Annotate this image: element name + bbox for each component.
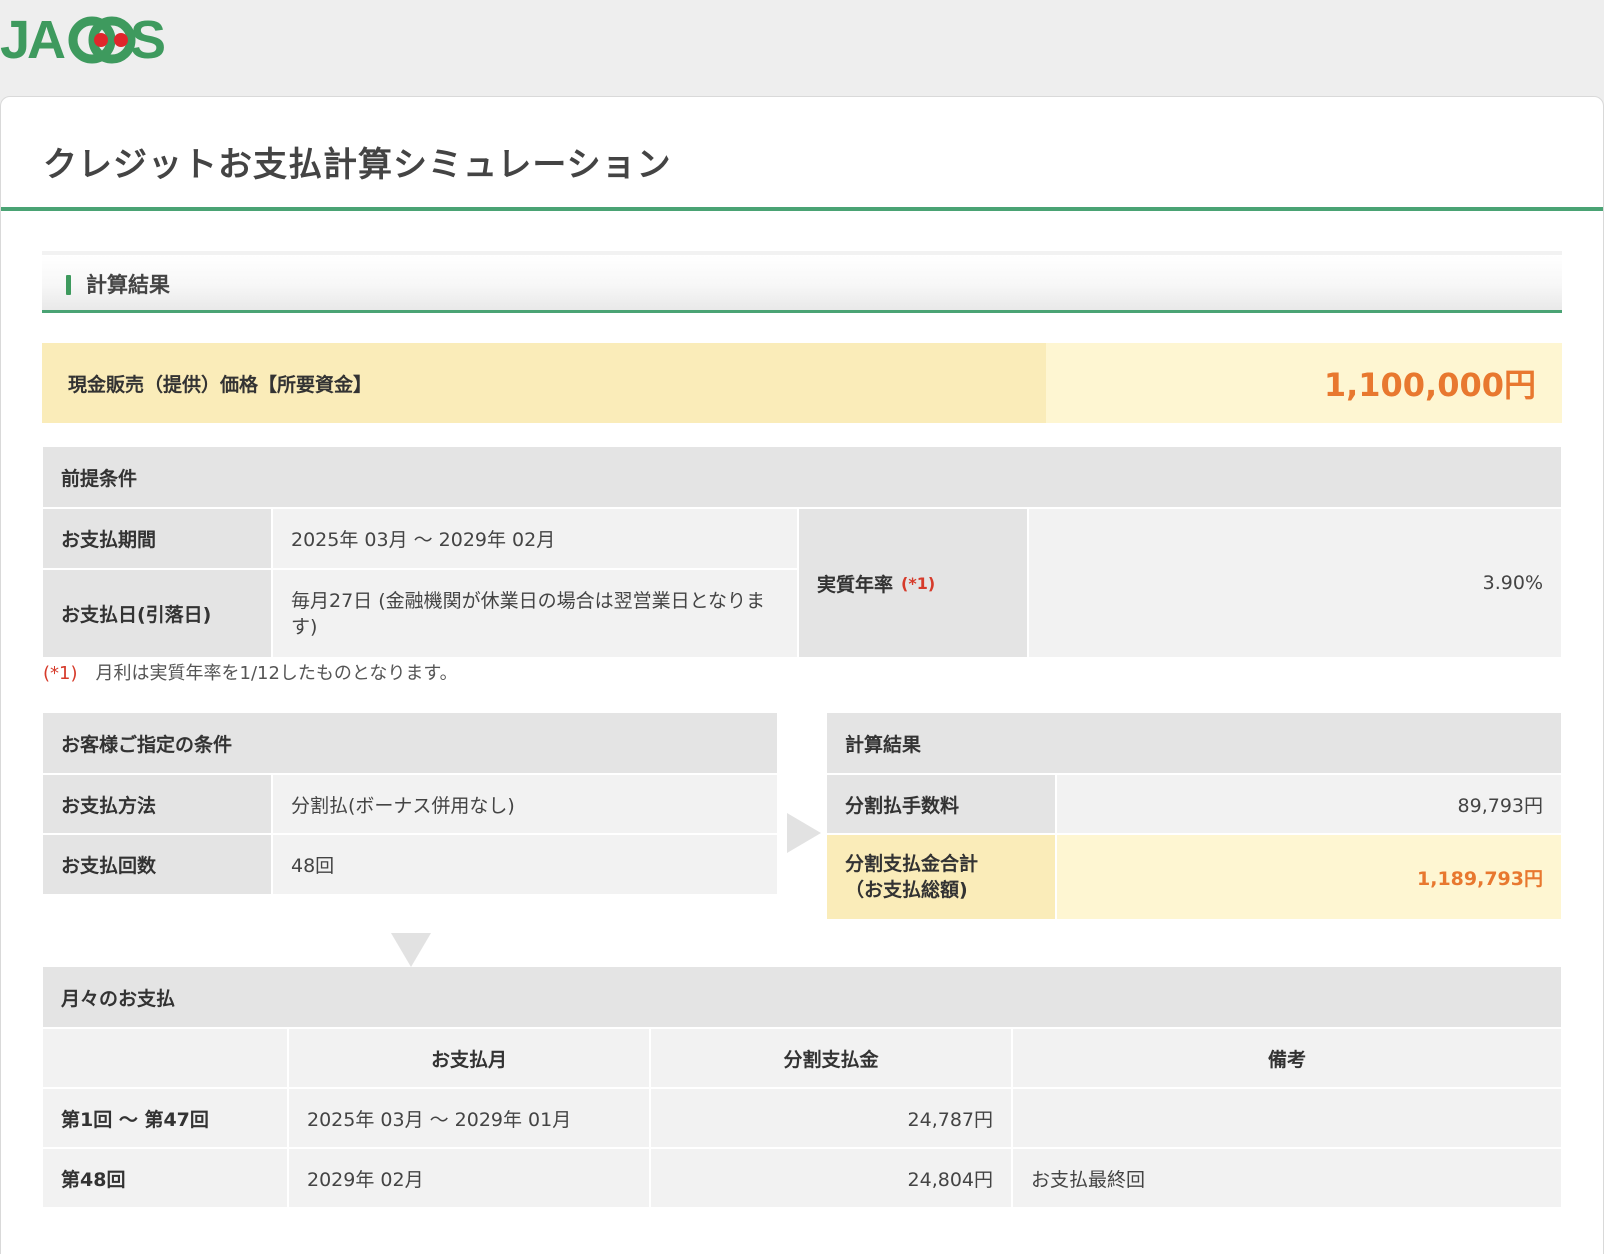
monthly-header: 月々のお支払 (43, 967, 1561, 1027)
svg-text:JA: JA (0, 12, 65, 64)
fee-value: 89,793円 (1057, 775, 1561, 833)
total-label-line2: （お支払総額) (845, 879, 968, 901)
payment-count-label: お支払回数 (43, 835, 271, 894)
title-divider (1, 207, 1603, 211)
arrow-right-icon (787, 813, 821, 853)
cash-price-value: 1,100,000円 (1046, 343, 1562, 423)
section-header: 計算結果 (42, 251, 1562, 313)
period-label: お支払期間 (43, 509, 271, 568)
total-label-line1: 分割支払金合計 (845, 853, 979, 875)
footnote: (*1) 月利は実質年率を1/12したものとなります。 (43, 659, 458, 685)
total-value: 1,189,793円 (1057, 835, 1561, 919)
section-accent-bar (66, 275, 71, 295)
row-remark: お支払最終回 (1013, 1149, 1561, 1207)
table-row: 第1回 〜 第47回 2025年 03月 〜 2029年 01月 24,787円 (43, 1089, 1561, 1147)
payment-count-value: 48回 (273, 835, 777, 894)
customer-header: お客様ご指定の条件 (43, 713, 777, 773)
rate-label: 実質年率 (817, 573, 894, 596)
col-header-month: お支払月 (289, 1029, 649, 1087)
premise-table: 前提条件 お支払期間 2025年 03月 〜 2029年 02月 お支払日(引落… (43, 447, 1561, 657)
period-value: 2025年 03月 〜 2029年 02月 (273, 509, 797, 568)
section-title: 計算結果 (86, 273, 170, 297)
svg-text:S: S (130, 12, 166, 64)
payment-method-value: 分割払(ボーナス併用なし) (273, 775, 777, 833)
col-header-amount: 分割支払金 (651, 1029, 1011, 1087)
result-header: 計算結果 (827, 713, 1561, 773)
row-no: 第1回 〜 第47回 (43, 1089, 287, 1147)
customer-conditions-table: お客様ご指定の条件 お支払方法 分割払(ボーナス併用なし) お支払回数 48回 (43, 713, 777, 894)
col-header-no (43, 1029, 287, 1087)
payday-value: 毎月27日 (金融機関が休業日の場合は翌営業日となります) (273, 570, 797, 657)
payday-label: お支払日(引落日) (43, 570, 271, 657)
fee-label: 分割払手数料 (827, 775, 1055, 833)
table-row: 第48回 2029年 02月 24,804円 お支払最終回 (43, 1149, 1561, 1207)
payment-method-label: お支払方法 (43, 775, 271, 833)
row-remark (1013, 1089, 1561, 1147)
monthly-payment-table: 月々のお支払 お支払月 分割支払金 備考 第1回 〜 第47回 2025年 03… (43, 967, 1561, 1207)
row-amount: 24,787円 (651, 1089, 1011, 1147)
cash-price-row: 現金販売（提供）価格【所要資金】 1,100,000円 (42, 343, 1562, 423)
page-title: クレジットお支払計算シミュレーション (43, 145, 672, 185)
rate-value: 3.90% (1029, 509, 1561, 657)
calc-result-table: 計算結果 分割払手数料 89,793円 分割支払金合計 （お支払総額) 1,18… (827, 713, 1561, 919)
main-card: クレジットお支払計算シミュレーション 計算結果 現金販売（提供）価格【所要資金】… (0, 96, 1604, 1254)
col-header-remark: 備考 (1013, 1029, 1561, 1087)
logo-cc-mark (68, 16, 136, 64)
row-no: 第48回 (43, 1149, 287, 1207)
total-label: 分割支払金合計 （お支払総額) (827, 835, 1055, 919)
footnote-text: 月利は実質年率を1/12したものとなります。 (95, 663, 458, 684)
rate-label-cell: 実質年率 (*1) (799, 509, 1027, 657)
arrow-down-icon (391, 933, 431, 967)
premise-header: 前提条件 (43, 447, 1561, 507)
cash-price-label: 現金販売（提供）価格【所要資金】 (42, 343, 1046, 423)
rate-footnote-mark: (*1) (901, 573, 936, 593)
row-month: 2029年 02月 (289, 1149, 649, 1207)
row-month: 2025年 03月 〜 2029年 01月 (289, 1089, 649, 1147)
footnote-mark: (*1) (43, 663, 78, 684)
jaccs-logo[interactable]: JA S (0, 12, 172, 64)
row-amount: 24,804円 (651, 1149, 1011, 1207)
monthly-column-headers: お支払月 分割支払金 備考 (43, 1029, 1561, 1087)
